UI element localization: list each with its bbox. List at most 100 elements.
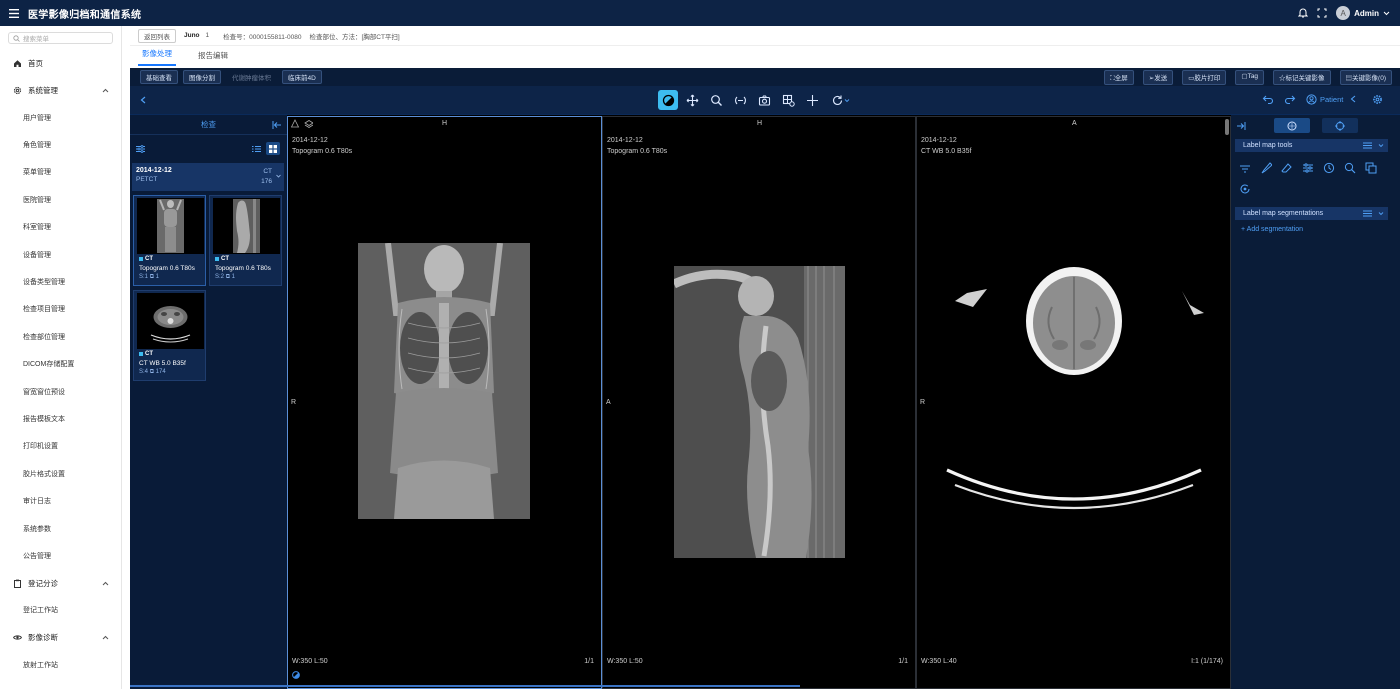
zoom-tool[interactable] — [706, 90, 726, 110]
pan-tool[interactable] — [682, 90, 702, 110]
search-input[interactable]: 搜索菜单 — [8, 32, 113, 44]
preclinical-4d-button[interactable]: 临床前4D — [282, 70, 322, 84]
mark-key-image-button[interactable]: ☆标记关键影像 — [1273, 69, 1331, 85]
sidebar-item-registration-station[interactable]: 登记工作站 — [0, 597, 121, 624]
label-map-segmentations-header[interactable]: Label map segmentations — [1235, 207, 1388, 220]
gear-icon[interactable] — [1372, 94, 1383, 105]
copy-tool[interactable] — [1363, 160, 1379, 176]
sidebar-item-report-templates[interactable]: 报告模板文本 — [0, 405, 121, 432]
fullscreen-button[interactable]: ⛶全屏 — [1104, 69, 1134, 85]
sidebar-item-printers[interactable]: 打印机设置 — [0, 433, 121, 460]
sidebar-item-departments[interactable]: 科室管理 — [0, 214, 121, 241]
menu-icon[interactable] — [0, 8, 28, 18]
sidebar-item-menus[interactable]: 菜单管理 — [0, 159, 121, 186]
series-thumbnail[interactable]: CT CT WB 5.0 B35f S:4 ⧉ 174 — [133, 290, 206, 381]
crosshair-tool[interactable] — [802, 90, 822, 110]
breadcrumb: 返回列表 Juno 1 检查号：0000155811-0080 检查部位、方法：… — [130, 26, 1400, 46]
sidebar-item-radiology-station[interactable]: 放射工作站 — [0, 651, 121, 678]
series-thumbnail[interactable]: CT Topogram 0.6 T80s S:2 ⧉ 1 — [209, 195, 282, 286]
tab-image-processing[interactable]: 影像处理 — [138, 48, 176, 66]
study-description: PETCT — [136, 176, 158, 183]
sidebar-item-dicom-storage[interactable]: DICOM存储配置 — [0, 351, 121, 378]
lasso-tool[interactable] — [1342, 160, 1358, 176]
stack-scrollbar[interactable] — [1225, 119, 1229, 135]
series-thumbnail[interactable]: CT Topogram 0.6 T80s S:1 ⧉ 1 — [133, 195, 206, 286]
viewport-1[interactable]: H 2014-12-12 Topogram 0.6 T80s R W:350 L… — [287, 116, 602, 689]
fullscreen-icon[interactable] — [1317, 8, 1327, 18]
chevron-down-icon[interactable] — [276, 174, 281, 178]
window-level-tool[interactable] — [658, 90, 678, 110]
filter-settings-icon[interactable] — [136, 145, 145, 153]
region-grow-tool[interactable] — [1321, 160, 1337, 176]
tag-button[interactable]: ▢Tag — [1235, 69, 1265, 85]
sidebar-item-exam-parts[interactable]: 检查部位管理 — [0, 323, 121, 350]
study-item[interactable]: 2014-12-12 PETCT CT 176 — [132, 163, 284, 191]
sidebar-item-hospitals[interactable]: 医院管理 — [0, 186, 121, 213]
patient-toggle[interactable]: Patient — [1306, 93, 1356, 105]
adjust-tool[interactable] — [1300, 160, 1316, 176]
warning-icon[interactable] — [291, 119, 313, 128]
capture-tool[interactable] — [754, 90, 774, 110]
basic-view-button[interactable]: 基础查看 — [140, 70, 178, 84]
sidebar-group-system[interactable]: 系统管理 — [0, 77, 121, 104]
label-map-tools-header[interactable]: Label map tools — [1235, 139, 1388, 152]
sidebar-item-announcements[interactable]: 公告管理 — [0, 542, 121, 569]
thumbnail-description: CT WB 5.0 B35f — [139, 360, 186, 367]
horizontal-scrollbar[interactable] — [130, 685, 800, 687]
metabolic-tumor-volume-button[interactable]: 代谢肿瘤体积 — [226, 70, 277, 84]
sidebar-item-device-types[interactable]: 设备类型管理 — [0, 268, 121, 295]
search-placeholder: 搜索菜单 — [23, 36, 49, 43]
eraser-tool[interactable] — [1279, 160, 1295, 176]
sidebar-item-home[interactable]: 首页 — [0, 50, 121, 77]
brush-tool[interactable] — [1258, 160, 1274, 176]
sidebar-item-users[interactable]: 用户管理 — [0, 104, 121, 131]
reset-tool[interactable] — [826, 90, 854, 110]
bell-icon[interactable] — [1298, 8, 1309, 18]
key-images-button[interactable]: ▤关键影像(0) — [1339, 69, 1392, 85]
film-print-button[interactable]: ▭胶片打印 — [1182, 69, 1227, 85]
sidebar-item-film-formats[interactable]: 胶片格式设置 — [0, 460, 121, 487]
sidebar-item-roles[interactable]: 角色管理 — [0, 131, 121, 158]
frame-index: I:1 (1/174) — [1191, 658, 1223, 665]
search-icon — [13, 34, 20, 42]
sidebar-item-window-presets[interactable]: 窗宽窗位预设 — [0, 378, 121, 405]
flip-tool[interactable] — [730, 90, 750, 110]
thumbnail-series-number: S:2 — [215, 274, 225, 280]
collapse-left-icon[interactable] — [272, 121, 281, 129]
threshold-tool[interactable] — [1237, 160, 1253, 176]
images-icon: ⧉ — [225, 274, 230, 280]
grid-view-button[interactable] — [266, 142, 280, 155]
interpolate-tool[interactable] — [1237, 181, 1253, 197]
mark-key-image-label: 标记关键影像 — [1285, 74, 1325, 82]
chevron-left-icon[interactable] — [140, 96, 146, 104]
tag-label: Tag — [1247, 72, 1259, 80]
list-view-icon[interactable] — [252, 145, 261, 153]
segmentation-tab[interactable] — [1274, 118, 1310, 133]
clock-icon — [1323, 162, 1335, 174]
sidebar-group-registration[interactable]: 登记分诊 — [0, 570, 121, 597]
undo-icon[interactable] — [1262, 93, 1274, 105]
fullscreen-label: 全屏 — [1114, 74, 1128, 82]
sidebar-group-diagnosis[interactable]: 影像诊断 — [0, 624, 121, 651]
sidebar-system-items: 用户管理 角色管理 菜单管理 医院管理 科室管理 设备管理 设备类型管理 检查项… — [0, 104, 121, 570]
segmentation-icon — [1287, 121, 1297, 130]
redo-icon[interactable] — [1284, 93, 1296, 105]
window-width: W:350 — [921, 658, 942, 665]
sidebar-item-devices[interactable]: 设备管理 — [0, 241, 121, 268]
sidebar-item-audit-log[interactable]: 审计日志 — [0, 487, 121, 514]
viewport-3[interactable]: A 2014-12-12 CT WB 5.0 B35f R W:350 L:40… — [916, 116, 1231, 689]
rotate-icon — [1240, 184, 1250, 194]
user-menu[interactable]: A Admin — [1336, 6, 1390, 20]
tab-report-editing[interactable]: 报告编辑 — [194, 50, 232, 66]
add-segmentation-button[interactable]: + Add segmentation — [1241, 226, 1303, 233]
series-panel-title: 检查 — [201, 120, 216, 129]
sidebar-item-system-params[interactable]: 系统参数 — [0, 515, 121, 542]
segmentation-button[interactable]: 图像分割 — [183, 70, 221, 84]
layout-tool[interactable] — [778, 90, 798, 110]
viewport-2[interactable]: H 2014-12-12 Topogram 0.6 T80s A W:350 L… — [602, 116, 916, 689]
back-to-list-button[interactable]: 返回列表 — [138, 28, 176, 43]
measurement-tab[interactable] — [1322, 118, 1358, 133]
sidebar-item-exam-items[interactable]: 检查项目管理 — [0, 296, 121, 323]
collapse-right-icon[interactable] — [1237, 122, 1246, 130]
send-button[interactable]: ➢发送 — [1142, 69, 1174, 85]
